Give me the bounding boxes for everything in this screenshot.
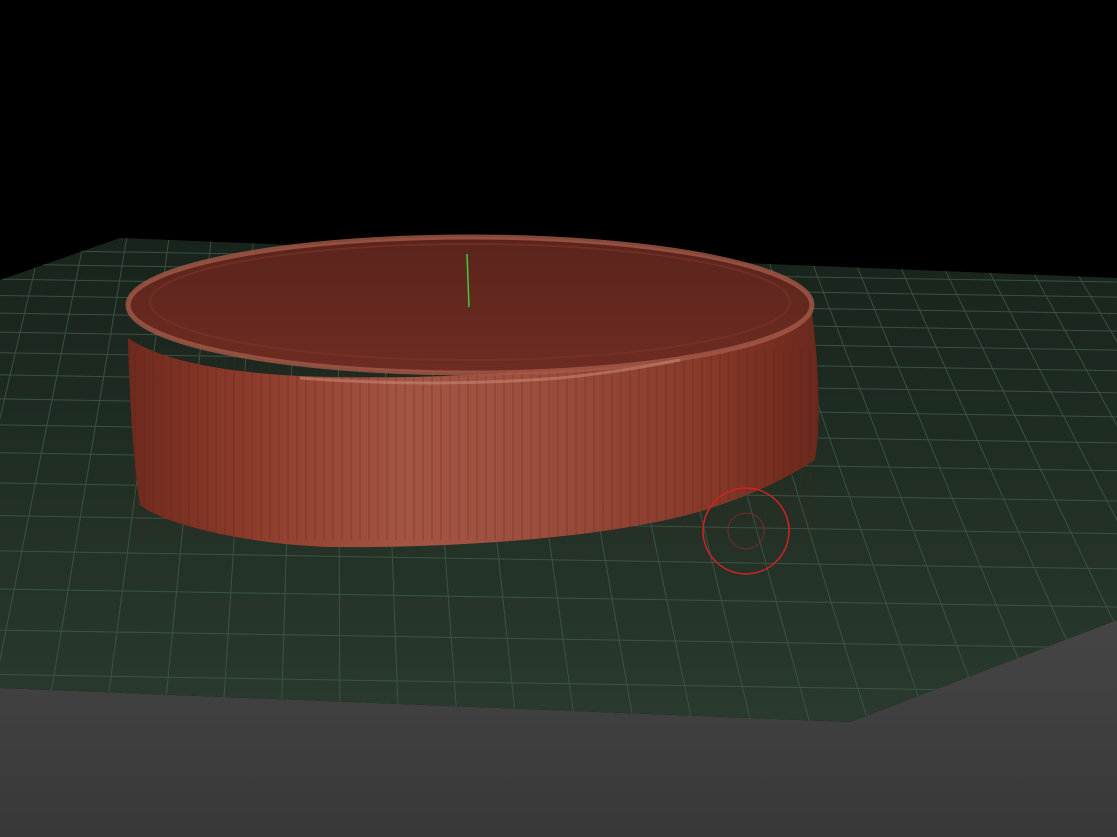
viewport-canvas[interactable] bbox=[0, 0, 1117, 837]
3d-viewport[interactable] bbox=[0, 0, 1117, 837]
